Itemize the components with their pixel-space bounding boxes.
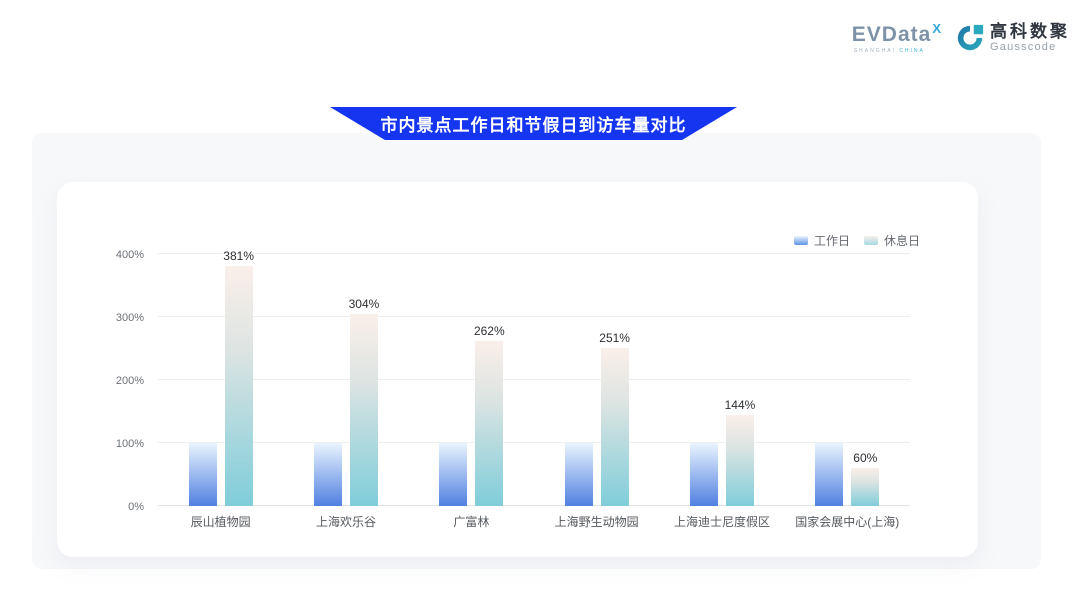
y-axis-tick-label: 0% [86, 501, 144, 513]
bar-group: 304%上海欢乐谷 [283, 254, 408, 506]
bar-wrap-休息日: 251% [601, 348, 629, 506]
page-title: 市内景点工作日和节假日到访车量对比 [381, 111, 687, 136]
evdata-logo-text: EVData [852, 24, 932, 46]
evdata-logo-subtext: SHANGHAI CHINA [852, 48, 941, 54]
legend-item-休息日[interactable]: 休息日 [864, 232, 920, 249]
bar-工作日-上海迪士尼度假区 [690, 443, 718, 506]
bar-value-label: 144% [725, 398, 756, 412]
bar-wrap-工作日 [189, 443, 217, 506]
page: { "header": { "evdata_logo": { "text": "… [0, 0, 1080, 608]
bar-value-label: 60% [853, 451, 877, 465]
bar-工作日-广富林 [439, 443, 467, 506]
bar-工作日-国家会展中心(上海) [815, 443, 843, 506]
bar-value-label: 262% [474, 324, 505, 338]
gausscode-g-icon [955, 23, 985, 53]
x-axis-category-label: 上海欢乐谷 [283, 513, 408, 530]
gausscode-logo-text: 高科数聚 Gausscode [990, 23, 1070, 53]
chart-legend: 工作日 休息日 [794, 232, 920, 249]
bar-wrap-休息日: 304% [350, 314, 378, 506]
bar-wrap-工作日 [815, 443, 843, 506]
x-axis-category-label: 上海野生动物园 [534, 513, 659, 530]
bar-工作日-上海野生动物园 [565, 443, 593, 506]
title-banner: 市内景点工作日和节假日到访车量对比 [330, 107, 737, 140]
bar-value-label: 381% [223, 249, 254, 263]
x-axis-category-label: 上海迪士尼度假区 [659, 513, 784, 530]
bar-休息日-上海迪士尼度假区 [726, 415, 754, 506]
gausscode-en-label: Gausscode [990, 41, 1070, 53]
bar-wrap-休息日: 144% [726, 415, 754, 506]
bar-group: 144%上海迪士尼度假区 [659, 254, 784, 506]
legend-label: 休息日 [884, 232, 920, 249]
bar-wrap-工作日 [314, 443, 342, 506]
bar-wrap-休息日: 262% [475, 341, 503, 506]
legend-label: 工作日 [814, 232, 850, 249]
bar-value-label: 304% [349, 297, 380, 311]
bar-wrap-工作日 [439, 443, 467, 506]
bar-group: 262%广富林 [409, 254, 534, 506]
bar-休息日-广富林 [475, 341, 503, 506]
legend-swatch-icon [864, 236, 878, 245]
bar-wrap-休息日: 60% [851, 468, 879, 506]
bar-休息日-辰山植物园 [225, 266, 253, 506]
bar-group: 60%国家会展中心(上海) [785, 254, 910, 506]
y-axis-tick-label: 300% [86, 312, 144, 324]
gausscode-logo: 高科数聚 Gausscode [955, 23, 1070, 53]
bar-group: 251%上海野生动物园 [534, 254, 659, 506]
legend-swatch-icon [794, 236, 808, 245]
legend-item-工作日[interactable]: 工作日 [794, 232, 850, 249]
bar-休息日-国家会展中心(上海) [851, 468, 879, 506]
y-axis-tick-label: 200% [86, 375, 144, 387]
bar-group: 381%辰山植物园 [158, 254, 283, 506]
evdata-logo: EVData X SHANGHAI CHINA [852, 22, 941, 54]
bar-休息日-上海欢乐谷 [350, 314, 378, 506]
bar-value-label: 251% [599, 331, 630, 345]
bar-工作日-辰山植物园 [189, 443, 217, 506]
bar-工作日-上海欢乐谷 [314, 443, 342, 506]
bar-休息日-上海野生动物园 [601, 348, 629, 506]
x-axis-category-label: 辰山植物园 [158, 513, 283, 530]
bar-wrap-工作日 [565, 443, 593, 506]
bar-wrap-休息日: 381% [225, 266, 253, 506]
x-axis-category-label: 广富林 [409, 513, 534, 530]
evdata-x-icon: X [932, 24, 941, 34]
chart-card: 工作日休息日 0%100%200%300%400%381%辰山植物园304%上海… [57, 182, 978, 557]
bar-groups: 381%辰山植物园304%上海欢乐谷262%广富林251%上海野生动物园144%… [158, 254, 910, 506]
bar-wrap-工作日 [690, 443, 718, 506]
gausscode-cn-label: 高科数聚 [990, 23, 1070, 41]
x-axis-category-label: 国家会展中心(上海) [785, 513, 910, 530]
chart-plot: 0%100%200%300%400%381%辰山植物园304%上海欢乐谷262%… [158, 254, 910, 506]
y-axis-tick-label: 400% [86, 249, 144, 261]
header-logos: EVData X SHANGHAI CHINA 高科数聚 Gausscode [852, 22, 1070, 54]
y-axis-tick-label: 100% [86, 438, 144, 450]
chart-panel: 工作日休息日 0%100%200%300%400%381%辰山植物园304%上海… [32, 133, 1041, 569]
